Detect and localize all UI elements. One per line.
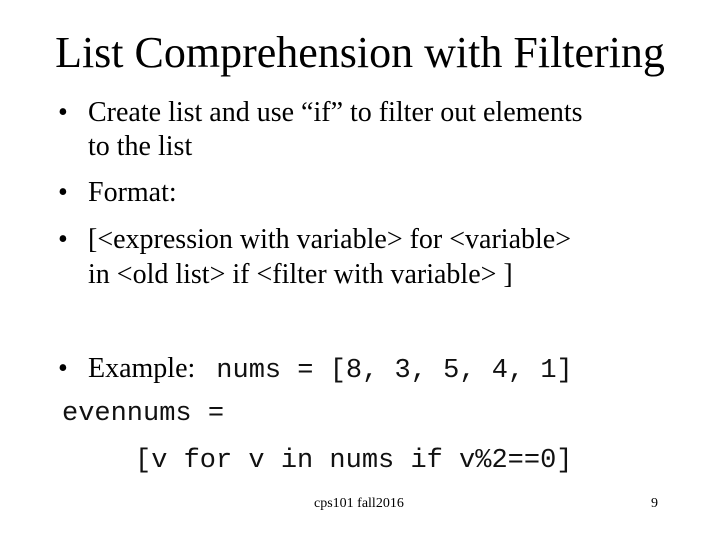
footer-page-number: 9 (651, 496, 658, 511)
bullet-1-line-2: to the list (88, 131, 193, 162)
bullet-icon: • (58, 97, 68, 128)
example-label: Example: (88, 353, 196, 384)
footer-course: cps101 fall2016 (314, 496, 404, 511)
code-evennums: evennums = (62, 399, 225, 429)
code-comprehension: [v for v in nums if v%2==0] (135, 446, 573, 476)
bullet-1-line-1: Create list and use “if” to filter out e… (88, 97, 583, 128)
bullet-3-line-2: in <old list> if <filter with variable> … (88, 259, 513, 290)
bullet-icon: • (58, 224, 68, 255)
slide-title: List Comprehension with Filtering (55, 28, 665, 77)
bullet-2-line-1: Format: (88, 177, 177, 208)
bullet-3-line-1: [<expression with variable> for <variabl… (88, 224, 571, 255)
bullet-icon: • (58, 177, 68, 208)
example-line-1: Example: nums = [8, 3, 5, 4, 1] (88, 353, 573, 387)
bullet-icon: • (58, 353, 68, 384)
code-nums: nums = [8, 3, 5, 4, 1] (216, 356, 573, 386)
